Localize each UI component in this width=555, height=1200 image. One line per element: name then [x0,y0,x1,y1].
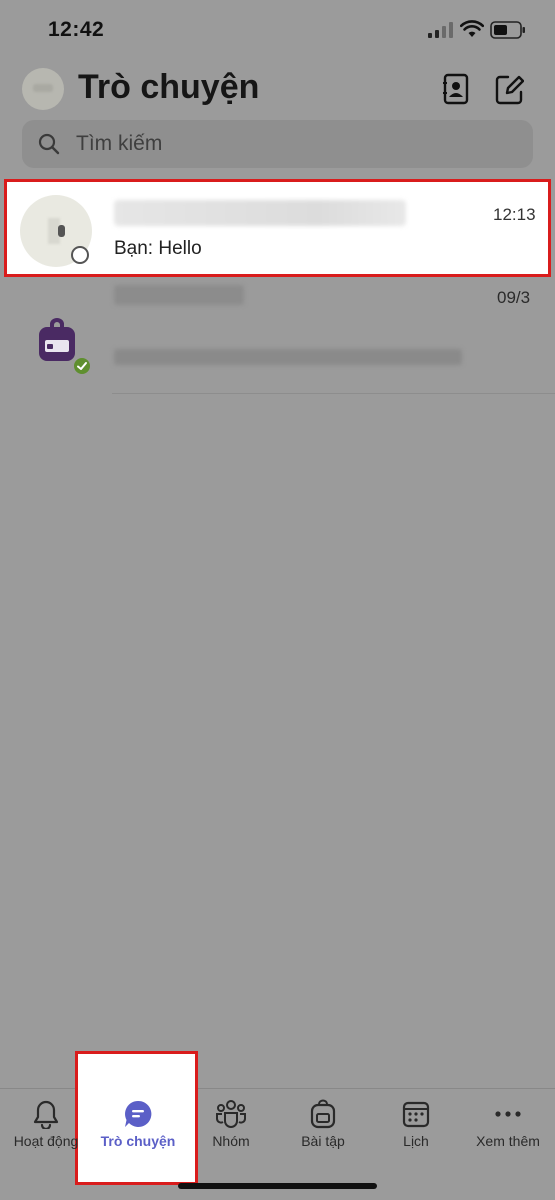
tab-more[interactable]: Xem thêm [462,1098,554,1149]
tab-label: Bài tập [301,1133,345,1149]
home-indicator[interactable] [178,1183,377,1189]
contacts-icon[interactable] [441,72,471,106]
chat-time: 12:13 [493,205,536,224]
tab-label: Hoạt động [13,1133,79,1149]
my-avatar[interactable] [22,68,64,110]
tab-chat[interactable]: Trò chuyện [92,1098,184,1149]
wifi-icon [460,20,484,37]
more-icon [495,1111,521,1117]
chat-preview-redacted [114,349,462,365]
tab-label: Lịch [403,1133,429,1149]
cellular-signal-icon [428,22,453,38]
presence-online-icon [72,356,92,376]
tab-calendar[interactable]: Lịch [370,1098,462,1149]
backpack-avatar-icon[interactable] [38,318,76,362]
compose-icon[interactable] [494,72,524,106]
chat-time: 09/3 [497,288,531,307]
calendar-icon [402,1101,430,1128]
tab-assignments[interactable]: Bài tập [277,1098,369,1149]
search-input[interactable] [76,130,496,158]
status-time: 12:42 [48,18,105,41]
chat-name-redacted [114,200,406,226]
bell-icon [33,1100,59,1129]
chat-icon [125,1100,152,1127]
tab-label: Xem thêm [476,1133,540,1149]
list-divider [112,393,555,394]
search-icon [38,133,60,155]
tab-label: Nhóm [212,1133,250,1149]
tab-teams[interactable]: Nhóm [185,1098,277,1149]
presence-offline-icon [71,246,89,264]
tab-activity[interactable]: Hoạt động [0,1098,92,1149]
chat-name-redacted [114,285,244,305]
tab-label: Trò chuyện [100,1133,176,1149]
backpack-icon [310,1099,336,1129]
chat-preview: Bạn: Hello [114,238,202,259]
battery-icon [490,21,525,39]
teams-icon [216,1100,246,1128]
page-title: Trò chuyện [78,68,260,106]
